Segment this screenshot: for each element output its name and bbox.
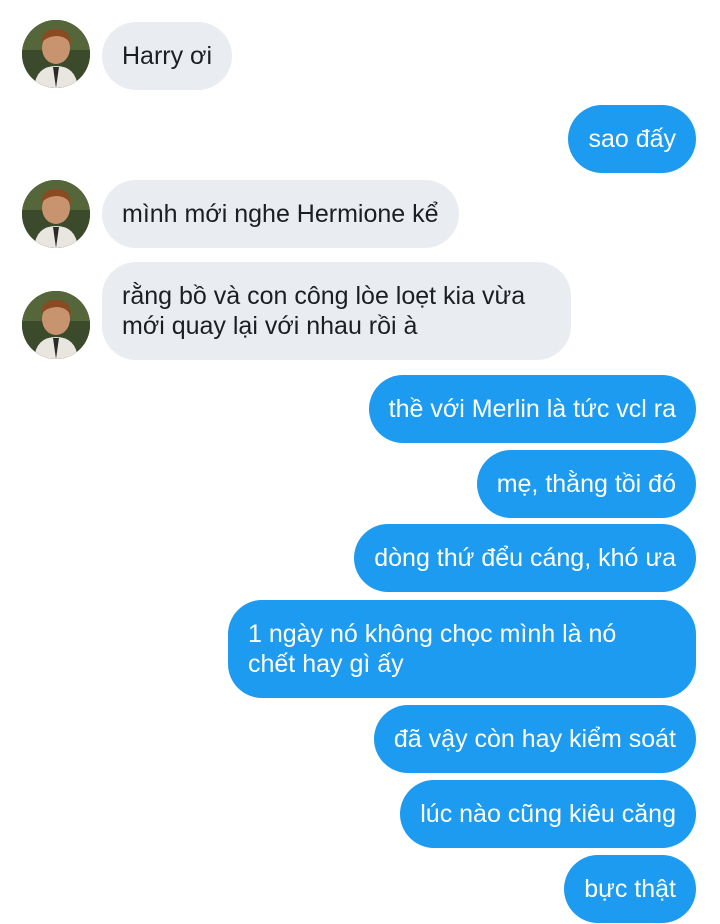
message-bubble-outgoing[interactable]: đã vậy còn hay kiểm soát <box>373 705 696 773</box>
avatar[interactable] <box>22 180 90 248</box>
avatar[interactable] <box>22 20 90 88</box>
message-bubble-incoming[interactable]: rằng bồ và con công lòe loẹt kia vừa mới… <box>102 262 571 360</box>
message-bubble-outgoing[interactable]: sao đấy <box>568 105 696 173</box>
message-bubble-outgoing[interactable]: lúc nào cũng kiêu căng <box>400 780 696 848</box>
message-bubble-outgoing[interactable]: bực thật <box>564 855 696 923</box>
avatar-icon <box>22 291 90 359</box>
message-bubble-outgoing[interactable]: mẹ, thằng tồi đó <box>476 450 696 518</box>
avatar[interactable] <box>22 291 90 359</box>
avatar-icon <box>22 20 90 88</box>
message-bubble-outgoing[interactable]: dòng thứ đểu cáng, khó ưa <box>354 524 696 592</box>
message-bubble-incoming[interactable]: Harry ơi <box>102 22 233 90</box>
avatar-icon <box>22 180 90 248</box>
message-bubble-outgoing[interactable]: 1 ngày nó không chọc mình là nó chết hay… <box>228 600 696 698</box>
message-bubble-outgoing[interactable]: thề với Merlin là tức vcl ra <box>368 375 696 443</box>
message-bubble-incoming[interactable]: mình mới nghe Hermione kể <box>102 180 459 248</box>
chat-screen: { "colors": { "incoming_bubble": "#e9ecf… <box>0 0 720 924</box>
